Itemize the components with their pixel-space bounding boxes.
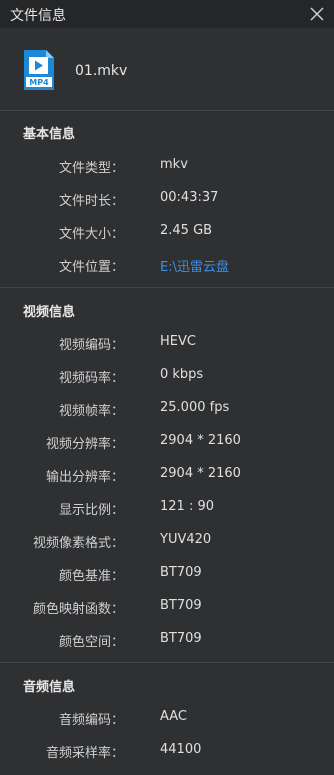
audio-codec-label: 音频编码： <box>58 713 124 728</box>
window-title: 文件信息 <box>10 8 66 24</box>
section-title-audio: 音频信息 <box>23 680 76 695</box>
display-ratio-value: 121 : 90 <box>160 499 214 514</box>
mp4-icon-label: MP4 <box>29 78 49 87</box>
output-resolution-value: 2904 * 2160 <box>160 466 241 481</box>
title-bar: 文件信息 <box>0 0 334 28</box>
mp4-file-icon: MP4 <box>22 48 56 92</box>
video-bitrate-label: 视频码率： <box>58 371 124 386</box>
file-size-label: 文件大小： <box>58 227 124 242</box>
file-location-link[interactable]: E:\迅雷云盘 <box>160 256 229 275</box>
close-button[interactable] <box>306 3 328 25</box>
color-primaries-label: 颜色基准： <box>58 569 124 584</box>
video-bitrate-value: 0 kbps <box>160 367 204 382</box>
file-type-label: 文件类型： <box>58 161 124 176</box>
audio-codec-value: AAC <box>160 709 187 724</box>
audio-samplerate-value: 44100 <box>160 742 202 757</box>
file-location-label: 文件位置： <box>58 260 124 275</box>
divider <box>0 110 334 111</box>
pixel-format-label: 视频像素格式： <box>32 536 124 551</box>
file-duration-label: 文件时长： <box>58 194 124 209</box>
video-codec-label: 视频编码： <box>58 338 124 353</box>
audio-samplerate-label: 音频采样率： <box>45 746 124 761</box>
file-size-value: 2.45 GB <box>160 223 213 238</box>
file-type-value: mkv <box>160 157 188 172</box>
video-framerate-value: 25.000 fps <box>160 400 230 415</box>
divider <box>0 287 334 288</box>
color-space-label: 颜色空间： <box>58 635 124 650</box>
divider <box>0 662 334 663</box>
file-header: MP4 01.mkv <box>0 28 334 110</box>
close-icon <box>310 7 324 21</box>
color-transfer-value: BT709 <box>160 598 202 613</box>
video-codec-value: HEVC <box>160 334 196 349</box>
video-resolution-label: 视频分辨率： <box>45 437 124 452</box>
output-resolution-label: 输出分辨率： <box>45 470 124 485</box>
section-title-basic: 基本信息 <box>23 127 76 142</box>
file-name: 01.mkv <box>75 63 128 79</box>
file-duration-value: 00:43:37 <box>160 190 219 205</box>
video-framerate-label: 视频帧率： <box>58 404 124 419</box>
pixel-format-value: YUV420 <box>160 532 212 547</box>
display-ratio-label: 显示比例： <box>58 503 124 518</box>
color-primaries-value: BT709 <box>160 565 202 580</box>
section-title-video: 视频信息 <box>23 305 76 320</box>
color-space-value: BT709 <box>160 631 202 646</box>
color-transfer-label: 颜色映射函数： <box>32 602 124 617</box>
video-resolution-value: 2904 * 2160 <box>160 433 241 448</box>
